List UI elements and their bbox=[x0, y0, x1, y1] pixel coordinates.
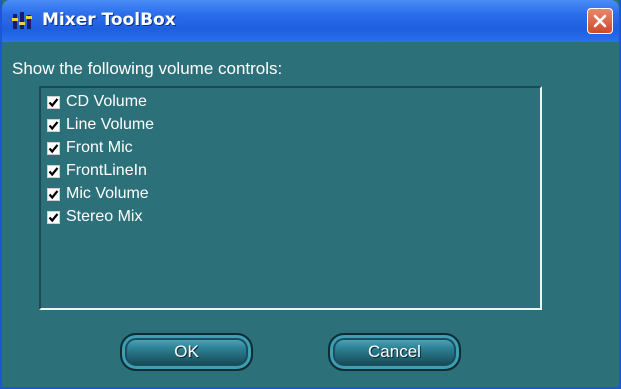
list-item-label: CD Volume bbox=[66, 93, 147, 110]
ok-button[interactable]: OK bbox=[120, 333, 253, 371]
list-item-label: Stereo Mix bbox=[66, 208, 143, 225]
list-item[interactable]: Stereo Mix bbox=[47, 206, 142, 228]
instruction-label: Show the following volume controls: bbox=[12, 59, 283, 78]
list-item[interactable]: Line Volume bbox=[47, 114, 154, 136]
list-item-label: Mic Volume bbox=[66, 185, 149, 202]
checkbox-checked[interactable] bbox=[47, 164, 60, 178]
check-icon bbox=[48, 97, 59, 107]
mixer-app-icon bbox=[12, 11, 34, 31]
check-icon bbox=[48, 166, 59, 176]
list-item[interactable]: Mic Volume bbox=[47, 183, 149, 205]
ok-button-label: OK bbox=[174, 342, 199, 361]
check-icon bbox=[48, 120, 59, 130]
checkbox-checked[interactable] bbox=[47, 210, 60, 224]
cancel-button-label: Cancel bbox=[368, 342, 421, 361]
list-item-label: Front Mic bbox=[66, 139, 133, 156]
check-icon bbox=[48, 143, 59, 153]
close-icon bbox=[593, 14, 607, 28]
list-item[interactable]: FrontLineIn bbox=[47, 160, 147, 182]
checkbox-checked[interactable] bbox=[47, 95, 60, 109]
title-bar[interactable]: Mixer ToolBox bbox=[2, 0, 619, 42]
list-item-label: Line Volume bbox=[66, 116, 155, 133]
cancel-button[interactable]: Cancel bbox=[328, 333, 461, 371]
close-button[interactable] bbox=[587, 8, 613, 34]
list-item-label: FrontLineIn bbox=[66, 162, 147, 179]
check-icon bbox=[48, 189, 59, 199]
mixer-toolbox-dialog: Mixer ToolBox Show the following volume … bbox=[0, 0, 621, 389]
checkbox-checked[interactable] bbox=[47, 187, 60, 201]
volume-controls-list[interactable]: CD Volume Line Volume Front Mic FrontLin… bbox=[39, 86, 542, 310]
checkbox-checked[interactable] bbox=[47, 118, 60, 132]
checkbox-checked[interactable] bbox=[47, 141, 60, 155]
list-item[interactable]: Front Mic bbox=[47, 137, 133, 159]
check-icon bbox=[48, 212, 59, 222]
window-title: Mixer ToolBox bbox=[42, 10, 176, 30]
list-item[interactable]: CD Volume bbox=[47, 91, 147, 113]
